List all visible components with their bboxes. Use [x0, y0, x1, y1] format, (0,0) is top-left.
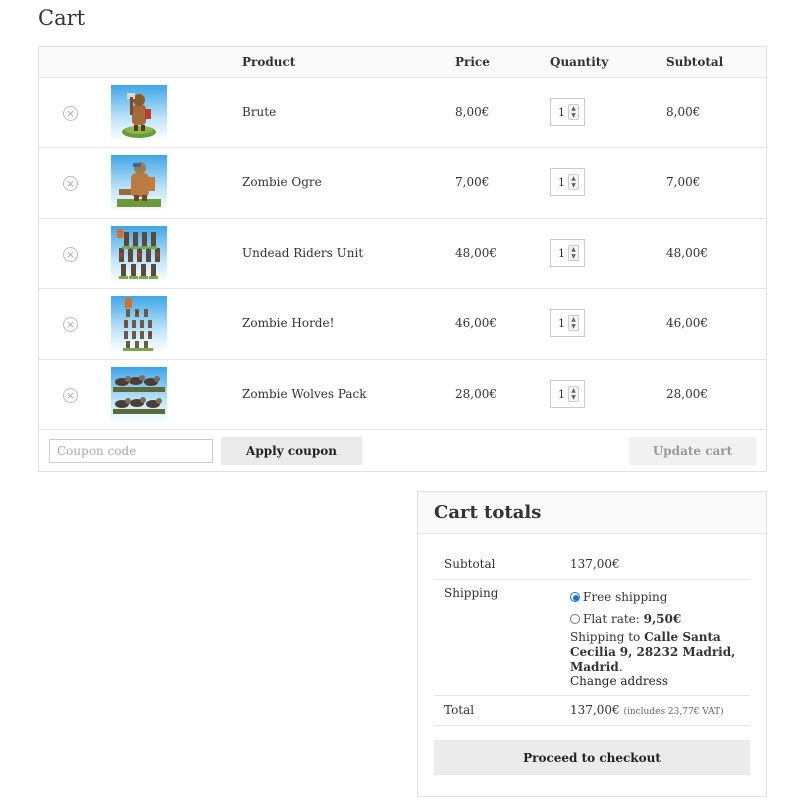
- free-shipping-label: Free shipping: [583, 590, 668, 604]
- product-name-link[interactable]: Undead Riders Unit: [242, 246, 363, 260]
- spinner-arrows-icon[interactable]: ▲ ▼: [568, 315, 579, 332]
- header-price: Price: [455, 55, 490, 69]
- subtotal-label: Subtotal: [444, 557, 496, 571]
- table-row: × Zombie Ogre 7,00€ 1 ▲ ▼ 7,00€: [39, 148, 766, 219]
- product-subtotal: 48,00€: [666, 245, 708, 260]
- header-product: Product: [242, 55, 296, 69]
- vat-note: (includes 23,77€ VAT): [623, 707, 724, 717]
- address-suffix: .: [618, 660, 623, 674]
- remove-item-icon[interactable]: ×: [63, 317, 78, 333]
- product-price: 46,00€: [455, 316, 497, 331]
- apply-coupon-button[interactable]: Apply coupon: [221, 436, 362, 465]
- product-name-link[interactable]: Zombie Ogre: [242, 175, 322, 189]
- spinner-arrows-icon[interactable]: ▲ ▼: [568, 244, 579, 261]
- quantity-value: 1: [558, 317, 565, 331]
- radio-unselected-icon[interactable]: [570, 614, 580, 624]
- remove-item-icon[interactable]: ×: [63, 246, 78, 262]
- table-row: × Zombie Horde! 46,00€ 1 ▲ ▼ 46,00€: [39, 289, 766, 360]
- quantity-value: 1: [558, 106, 565, 119]
- header-subtotal: Subtotal: [666, 55, 724, 69]
- coupon-code-input[interactable]: [49, 438, 213, 463]
- zombie-ogre-thumbnail[interactable]: [111, 155, 167, 212]
- quantity-stepper[interactable]: 1 ▲ ▼: [550, 238, 585, 267]
- remove-item-icon[interactable]: ×: [63, 106, 78, 121]
- cart-totals-panel: Cart totals Subtotal 137,00€ Shipping Fr…: [417, 491, 767, 797]
- table-row: × Undead Riders Unit 48,00€ 1 ▲ ▼ 48,00€: [39, 219, 766, 290]
- product-name-link[interactable]: Brute: [242, 105, 276, 119]
- flat-rate-label: Flat rate:: [583, 612, 640, 626]
- product-subtotal: 7,00€: [666, 175, 701, 190]
- zombie-wolves-thumbnail[interactable]: [111, 366, 167, 423]
- zombie-horde-miniatures-icon: [123, 298, 153, 352]
- divider: [434, 725, 750, 726]
- product-name-link[interactable]: Zombie Horde!: [242, 316, 334, 330]
- orc-brute-miniature-icon: [122, 93, 156, 138]
- zombie-ogre-miniature-icon: [117, 162, 161, 208]
- radio-selected-icon[interactable]: [570, 592, 580, 602]
- spinner-arrows-icon[interactable]: ▲ ▼: [568, 174, 579, 191]
- quantity-stepper[interactable]: 1 ▲ ▼: [550, 309, 585, 338]
- cart-totals-header: Cart totals: [418, 492, 766, 534]
- spinner-arrows-icon[interactable]: ▲ ▼: [568, 385, 579, 402]
- product-subtotal: 8,00€: [666, 105, 701, 119]
- total-label: Total: [444, 703, 475, 717]
- product-subtotal: 28,00€: [666, 386, 708, 401]
- undead-riders-miniatures-icon: [117, 228, 160, 279]
- zombie-wolves-miniatures-icon: [113, 374, 165, 414]
- product-price: 7,00€: [455, 175, 490, 190]
- page-title: Cart: [38, 6, 86, 30]
- flat-rate-option[interactable]: Flat rate: 9,50€: [570, 612, 681, 626]
- total-value-group: 137,00€ (includes 23,77€ VAT): [570, 703, 724, 717]
- quantity-value: 1: [558, 176, 565, 190]
- table-row: × Zombie Wolves Pack 28,00€ 1 ▲ ▼ 28,00€: [39, 360, 766, 430]
- shipping-to-prefix: Shipping to: [570, 630, 641, 644]
- spinner-arrows-icon[interactable]: ▲ ▼: [568, 104, 579, 120]
- cart-totals-title: Cart totals: [434, 502, 542, 523]
- flat-rate-value: 9,50€: [643, 612, 682, 626]
- shipping-label: Shipping: [444, 586, 499, 600]
- cart-table: Product Price Quantity Subtotal × Brute …: [38, 46, 767, 472]
- subtotal-value: 137,00€: [570, 557, 620, 571]
- product-price: 8,00€: [455, 105, 490, 119]
- free-shipping-option[interactable]: Free shipping: [570, 590, 667, 604]
- divider: [434, 579, 750, 580]
- header-quantity: Quantity: [550, 55, 609, 69]
- shipping-destination: Shipping to Calle Santa Cecilia 9, 28232…: [570, 630, 750, 675]
- change-address-link[interactable]: Change address: [570, 674, 668, 688]
- quantity-value: 1: [558, 387, 565, 401]
- total-value: 137,00€: [570, 703, 620, 717]
- cart-actions: Apply coupon Update cart: [39, 430, 766, 472]
- remove-item-icon[interactable]: ×: [63, 387, 78, 403]
- table-row: × Brute 8,00€ 1 ▲ ▼ 8,00€: [39, 78, 766, 149]
- divider: [434, 695, 750, 696]
- quantity-stepper[interactable]: 1 ▲ ▼: [550, 379, 585, 408]
- quantity-value: 1: [558, 246, 565, 260]
- proceed-to-checkout-button[interactable]: Proceed to checkout: [434, 740, 750, 775]
- table-header: Product Price Quantity Subtotal: [39, 47, 766, 78]
- update-cart-button[interactable]: Update cart: [629, 436, 756, 465]
- orc-brute-thumbnail[interactable]: [111, 85, 167, 141]
- product-price: 28,00€: [455, 386, 497, 401]
- product-price: 48,00€: [455, 245, 497, 260]
- undead-riders-thumbnail[interactable]: [111, 225, 167, 282]
- quantity-stepper[interactable]: 1 ▲ ▼: [550, 98, 585, 126]
- product-subtotal: 46,00€: [666, 316, 708, 331]
- product-name-link[interactable]: Zombie Wolves Pack: [242, 387, 367, 401]
- remove-item-icon[interactable]: ×: [63, 176, 78, 192]
- quantity-stepper[interactable]: 1 ▲ ▼: [550, 168, 585, 197]
- zombie-horde-thumbnail[interactable]: [111, 296, 167, 353]
